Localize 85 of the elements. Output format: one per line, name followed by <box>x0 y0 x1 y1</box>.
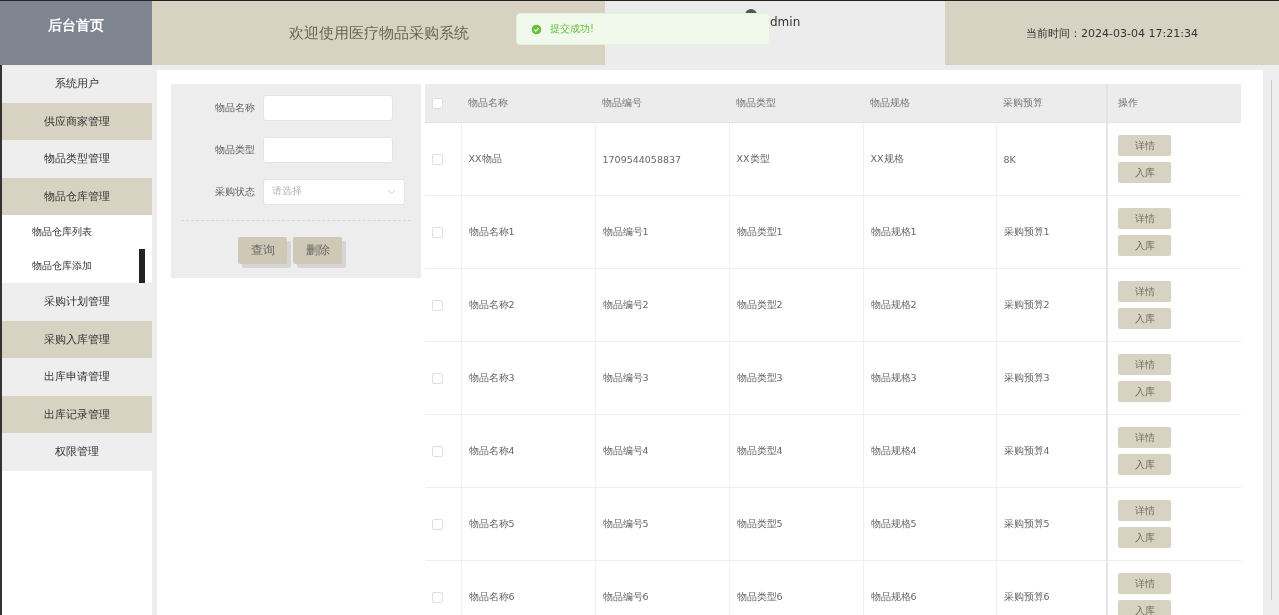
input-field[interactable] <box>263 136 393 163</box>
table-cell: 物品规格1 <box>870 225 917 237</box>
action-button[interactable]: 入库 <box>1118 308 1171 329</box>
column-header: 物品编号 <box>602 96 642 108</box>
table-cell: 物品类型2 <box>736 298 783 310</box>
action-button[interactable]: 入库 <box>1118 381 1171 402</box>
action-button[interactable]: 入库 <box>1118 600 1171 615</box>
table-cell: 采购预算3 <box>1003 371 1050 383</box>
table-cell: XX类型 <box>736 152 770 164</box>
home-link[interactable]: 后台首页 <box>48 17 104 35</box>
table-cell: 物品规格2 <box>870 298 917 310</box>
column-header: 物品名称 <box>468 96 508 108</box>
action-button[interactable]: 详情 <box>1118 208 1171 229</box>
system-title: 欢迎使用医疗物品采购系统 <box>288 23 469 43</box>
action-button[interactable]: 详情 <box>1118 281 1171 302</box>
table-cell: 物品编号5 <box>602 517 649 529</box>
table-cell: 物品名称5 <box>468 517 515 529</box>
table-cell: 物品名称4 <box>468 444 515 456</box>
action-button[interactable]: 详情 <box>1118 500 1171 521</box>
action-button[interactable]: 详情 <box>1118 135 1171 156</box>
column-header: 物品类型 <box>736 96 776 108</box>
action-button[interactable]: 入库 <box>1118 235 1171 256</box>
menu-item[interactable]: 物品类型管理 <box>2 140 152 178</box>
row-checkbox[interactable] <box>432 373 443 384</box>
current-time: 当前时间：2024-03-04 17:21:34 <box>1026 25 1198 41</box>
menu-item[interactable]: 出库申请管理 <box>2 358 152 396</box>
action-button[interactable]: 入库 <box>1118 162 1171 183</box>
table-cell: 物品编号2 <box>602 298 649 310</box>
field-label: 物品名称 <box>214 100 256 115</box>
menu-item[interactable]: 物品仓库管理 <box>2 177 152 215</box>
menu-item[interactable]: 采购入库管理 <box>2 320 152 358</box>
table-cell: 物品规格6 <box>870 590 917 602</box>
menu-item[interactable]: 权限管理 <box>2 433 152 471</box>
menu-item[interactable]: 采购计划管理 <box>2 283 152 321</box>
column-header: 操作 <box>1118 96 1138 108</box>
table-cell: 物品编号4 <box>602 444 649 456</box>
table-cell: 物品名称6 <box>468 590 515 602</box>
user-name: dmin <box>770 15 801 29</box>
table-cell: 物品类型6 <box>736 590 783 602</box>
table-cell: 物品类型4 <box>736 444 783 456</box>
table-cell: 物品类型3 <box>736 371 783 383</box>
select-all-checkbox[interactable] <box>432 98 443 109</box>
select-field[interactable]: 请选择 <box>263 178 405 205</box>
field-label: 采购状态 <box>214 184 256 199</box>
check-circle-icon <box>531 23 542 35</box>
table-cell: 采购预算4 <box>1003 444 1050 456</box>
table-cell: 物品名称3 <box>468 371 515 383</box>
action-button[interactable]: 详情 <box>1118 354 1171 375</box>
table-cell: 采购预算2 <box>1003 298 1050 310</box>
table-cell: 物品规格4 <box>870 444 917 456</box>
chevron-down-icon <box>387 188 396 195</box>
menu-item[interactable]: 供应商家管理 <box>2 102 152 140</box>
table-cell: 物品编号1 <box>602 225 649 237</box>
table-cell: 8K <box>1003 153 1016 165</box>
action-button[interactable]: 入库 <box>1118 454 1171 475</box>
menu-item[interactable]: 出库记录管理 <box>2 395 152 433</box>
table-cell: 物品名称2 <box>468 298 515 310</box>
table-cell: 采购预算5 <box>1003 517 1050 529</box>
table-cell: 采购预算6 <box>1003 590 1050 602</box>
action-button[interactable]: 入库 <box>1118 527 1171 548</box>
row-checkbox[interactable] <box>432 227 443 238</box>
action-button[interactable]: 详情 <box>1118 427 1171 448</box>
table-cell: 物品类型5 <box>736 517 783 529</box>
table-cell: 物品规格5 <box>870 517 917 529</box>
table-cell: 采购预算1 <box>1003 225 1050 237</box>
table-cell: 物品名称1 <box>468 225 515 237</box>
action-button[interactable]: 详情 <box>1118 573 1171 594</box>
table-cell: 物品类型1 <box>736 225 783 237</box>
menu-item[interactable]: 系统用户 <box>2 65 152 103</box>
toast-message: 提交成功! <box>550 22 594 36</box>
row-checkbox[interactable] <box>432 154 443 165</box>
table-cell: XX物品 <box>468 152 502 164</box>
table-cell: 物品编号3 <box>602 371 649 383</box>
row-checkbox[interactable] <box>432 592 443 603</box>
table-cell: 物品编号6 <box>602 590 649 602</box>
input-field[interactable] <box>263 94 393 121</box>
field-label: 物品类型 <box>214 142 256 157</box>
table-cell: 物品规格3 <box>870 371 917 383</box>
table-cell: 1709544058837 <box>602 153 682 165</box>
row-checkbox[interactable] <box>432 446 443 457</box>
column-header: 采购预算 <box>1003 96 1043 108</box>
row-checkbox[interactable] <box>432 519 443 530</box>
table-cell: XX规格 <box>870 152 904 164</box>
column-header: 物品规格 <box>870 96 910 108</box>
row-checkbox[interactable] <box>432 300 443 311</box>
